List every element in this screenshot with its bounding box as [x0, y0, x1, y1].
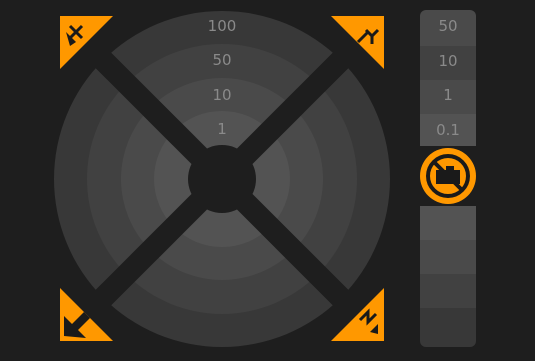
z-down-step-2[interactable] — [420, 240, 476, 274]
z-up-step-0.1[interactable]: 0.1 — [420, 114, 476, 146]
z-up-step-50[interactable]: 50 — [420, 10, 476, 46]
z-up-step-1[interactable]: 1 — [420, 80, 476, 114]
motors-off-button[interactable] — [420, 148, 476, 204]
z-jog-control: 50 10 1 0.1 — [420, 10, 476, 347]
z-down-step-4[interactable] — [420, 308, 476, 347]
z-down-step-3[interactable] — [420, 274, 476, 308]
z-up-step-10[interactable]: 10 — [420, 46, 476, 80]
z-down-step-1[interactable] — [420, 206, 476, 240]
motors-off-icon — [426, 154, 470, 198]
